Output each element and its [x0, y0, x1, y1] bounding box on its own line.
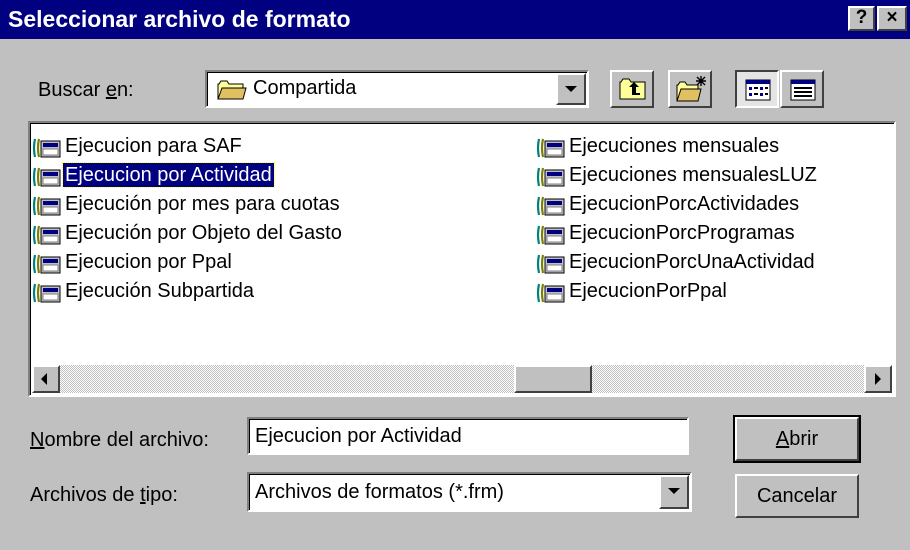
- help-button[interactable]: ?: [848, 6, 875, 31]
- list-item-label: EjecucionPorcActividades: [569, 193, 800, 215]
- up-one-level-button[interactable]: [610, 70, 654, 108]
- file-name-label: Nombre del archivo:: [30, 429, 209, 451]
- form-file-icon: [32, 195, 62, 217]
- look-in-arrow-button[interactable]: [556, 73, 586, 105]
- new-folder-icon: [676, 76, 706, 102]
- cancel-button[interactable]: Cancelar: [735, 474, 859, 518]
- list-item-label: Ejecución por mes para cuotas: [65, 193, 340, 215]
- scroll-right-button[interactable]: [864, 365, 892, 393]
- form-file-icon: [32, 166, 62, 188]
- list-view-icon: [745, 79, 771, 101]
- scroll-thumb[interactable]: [514, 365, 592, 393]
- form-file-icon: [536, 224, 566, 246]
- list-item-label: Ejecucion por Actividad: [62, 162, 275, 188]
- form-file-icon: [536, 137, 566, 159]
- form-file-icon: [32, 253, 62, 275]
- look-in-label: Buscar en:: [38, 79, 134, 101]
- list-item-label: Ejecucion por Ppal: [65, 251, 232, 273]
- list-item-label: EjecucionPorPpal: [569, 280, 727, 302]
- list-item-label: EjecucionPorcProgramas: [569, 222, 795, 244]
- file-type-dropdown[interactable]: Archivos de formatos (*.frm): [247, 472, 692, 512]
- form-file-icon: [536, 195, 566, 217]
- form-file-icon: [536, 253, 566, 275]
- file-name-input[interactable]: [247, 417, 689, 455]
- list-item-label: Ejecucion para SAF: [65, 135, 242, 157]
- details-view-button[interactable]: [780, 70, 824, 108]
- file-type-value: Archivos de formatos (*.frm): [255, 481, 504, 503]
- scroll-left-button[interactable]: [32, 365, 60, 393]
- title-bar: Seleccionar archivo de formato ? ×: [0, 0, 910, 39]
- list-item-label: Ejecuciones mensuales: [569, 135, 780, 157]
- window-title: Seleccionar archivo de formato: [8, 6, 351, 32]
- list-item-label: EjecucionPorcUnaActividad: [569, 251, 815, 273]
- up-one-level-icon: [619, 78, 646, 100]
- form-file-icon: [32, 137, 62, 159]
- list-view-button[interactable]: [735, 70, 779, 108]
- details-view-icon: [790, 79, 816, 101]
- form-file-icon: [32, 282, 62, 304]
- list-item-label: Ejecuciones mensualesLUZ: [569, 164, 817, 186]
- file-type-arrow-button[interactable]: [659, 475, 689, 509]
- file-type-label: Archivos de tipo:: [30, 484, 178, 506]
- close-button[interactable]: ×: [877, 6, 907, 31]
- file-list[interactable]: Ejecucion para SAF Ejecucion por Activida…: [28, 121, 896, 397]
- look-in-value: Compartida: [253, 77, 357, 99]
- horizontal-scrollbar[interactable]: [32, 365, 892, 393]
- open-button[interactable]: Abrir: [733, 415, 861, 463]
- form-file-icon: [536, 282, 566, 304]
- list-item-label: Ejecución por Objeto del Gasto: [65, 222, 342, 244]
- folder-icon: [217, 80, 247, 100]
- list-item-label: Ejecución Subpartida: [65, 280, 255, 302]
- look-in-dropdown[interactable]: Compartida: [205, 70, 589, 108]
- form-file-icon: [536, 166, 566, 188]
- form-file-icon: [32, 224, 62, 246]
- new-folder-button[interactable]: [668, 70, 712, 108]
